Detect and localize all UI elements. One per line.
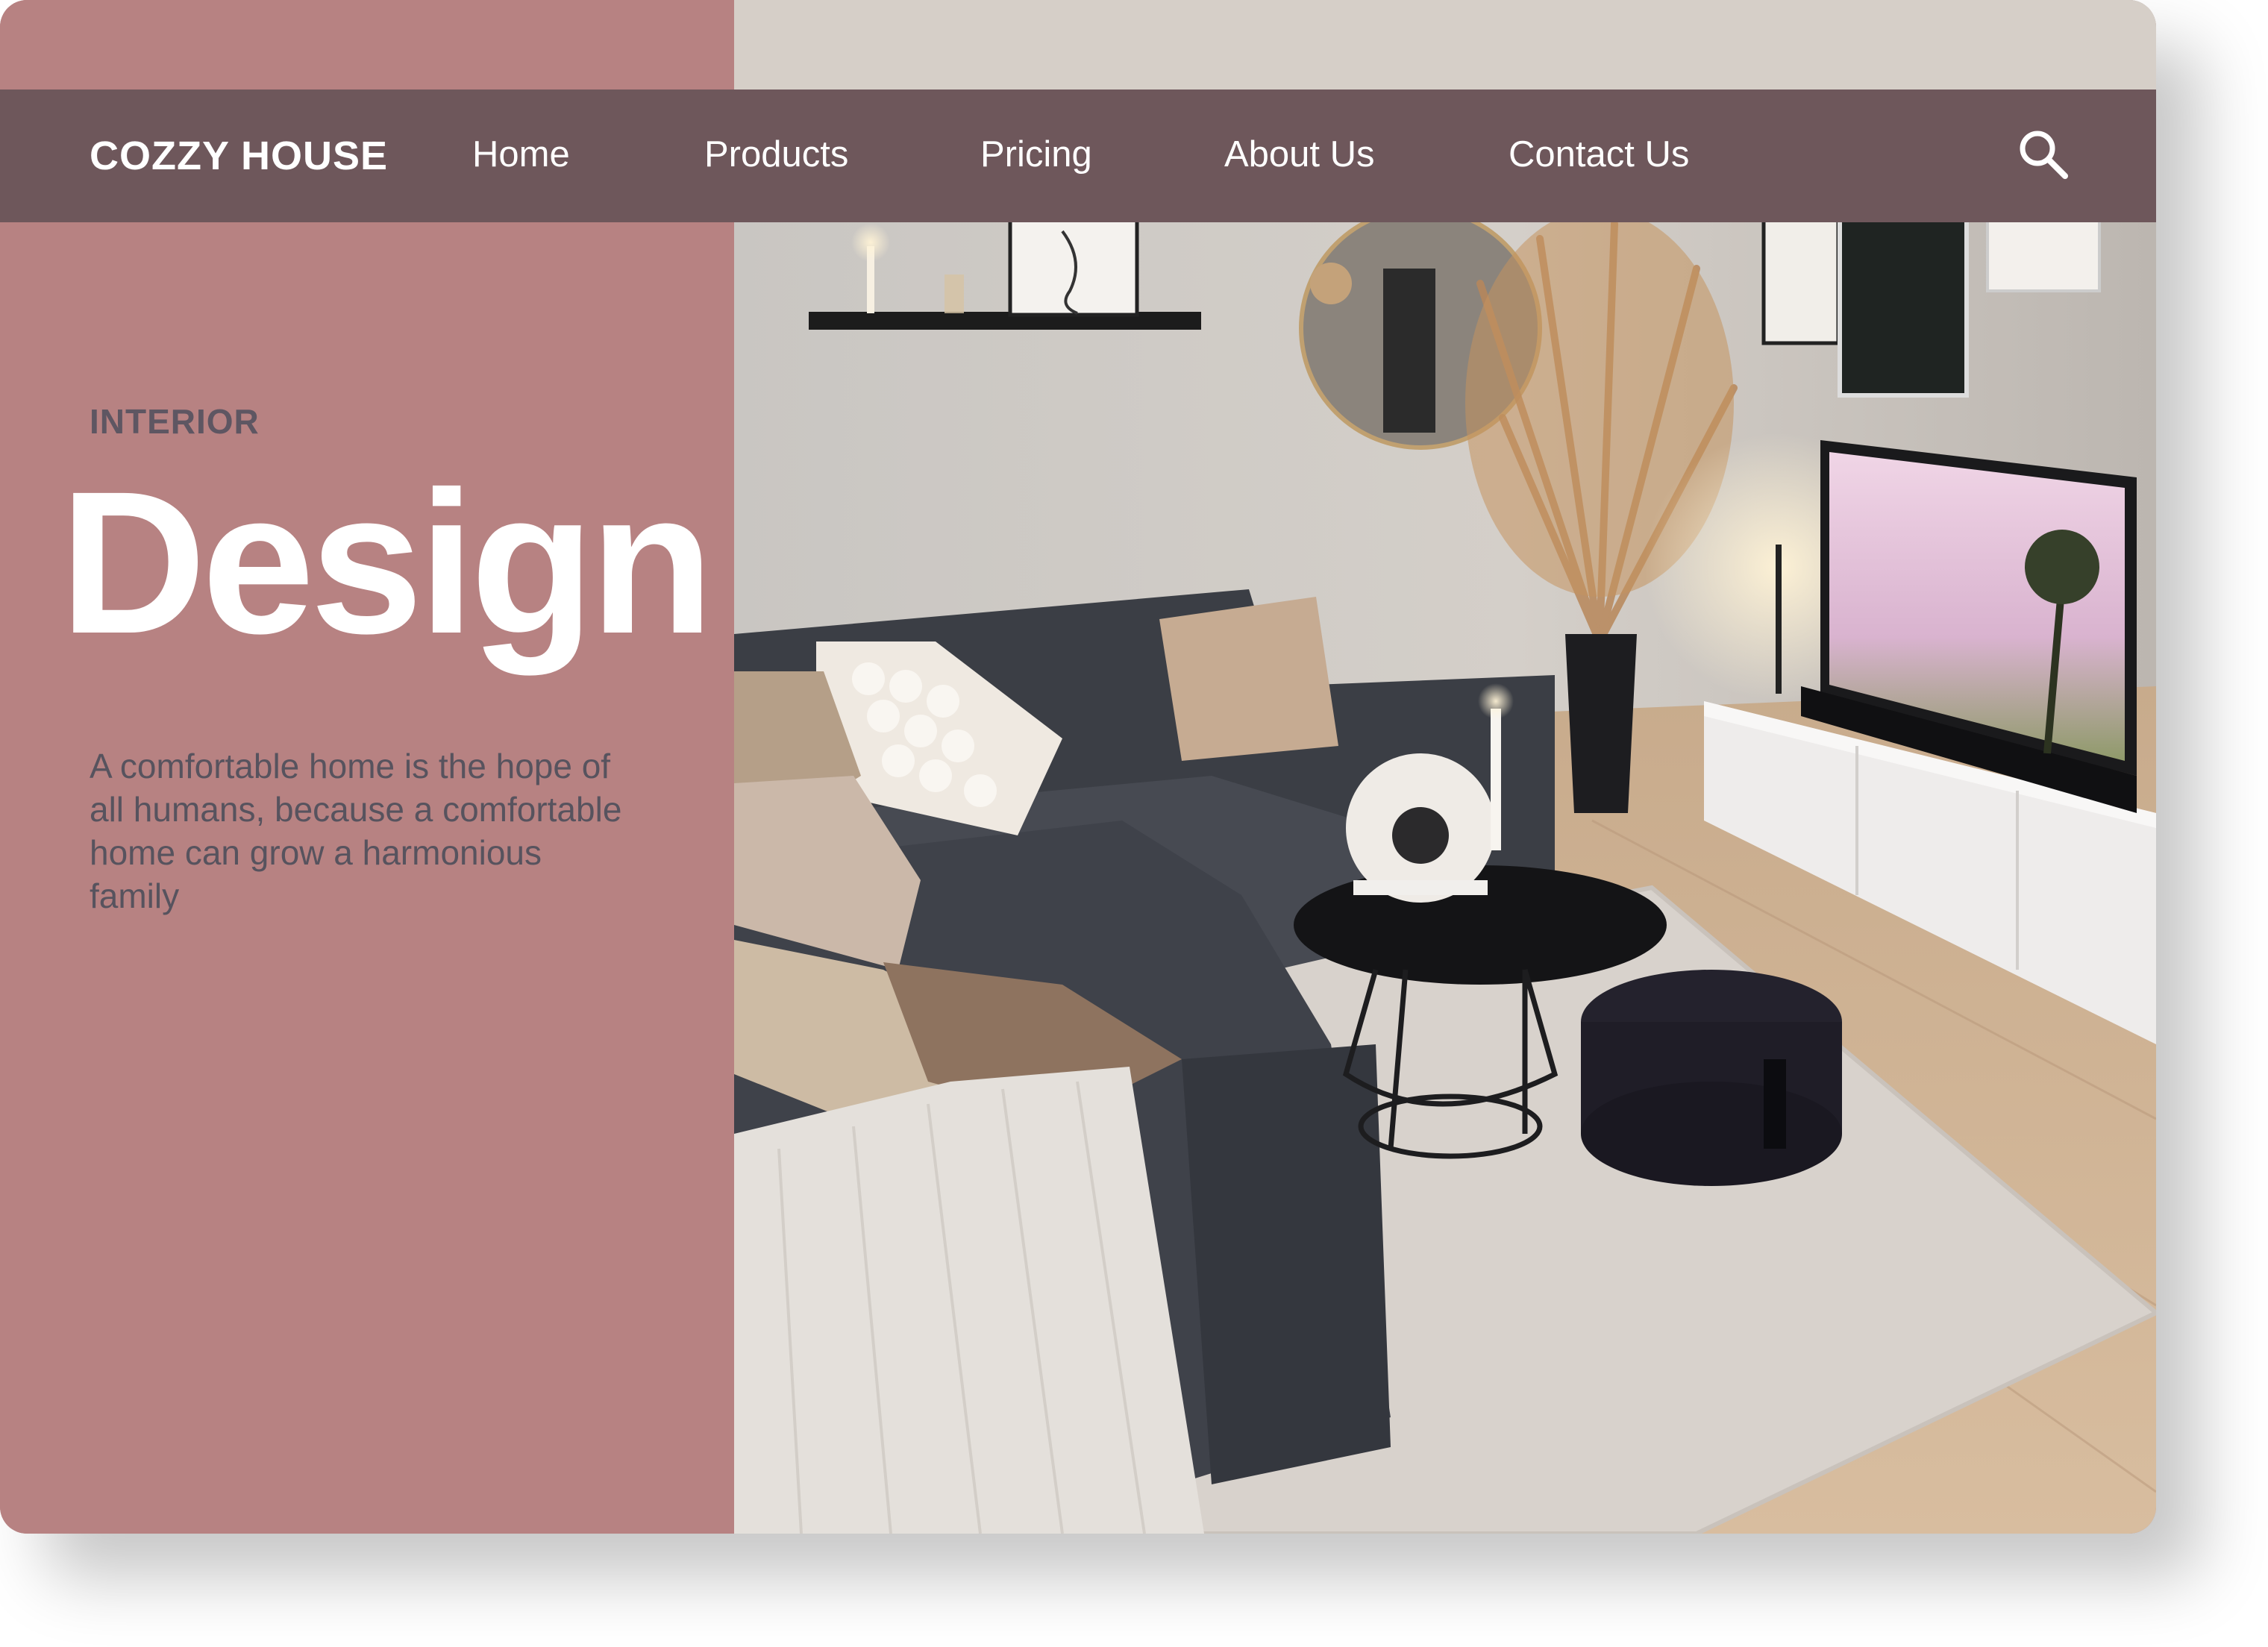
nav-link-contact-us[interactable]: Contact Us: [1509, 90, 1689, 222]
living-room-photo: [734, 0, 2156, 1534]
hero-title: Design: [60, 449, 714, 676]
hero-eyebrow: INTERIOR: [90, 402, 260, 441]
landing-card: COZZY HOUSE Home Products Pricing About …: [0, 0, 2156, 1534]
search-icon[interactable]: [2017, 128, 2070, 181]
nav-link-home[interactable]: Home: [472, 90, 570, 222]
brand-logo[interactable]: COZZY HOUSE: [90, 90, 388, 222]
nav-link-pricing[interactable]: Pricing: [980, 90, 1092, 222]
nav-link-products[interactable]: Products: [704, 90, 848, 222]
nav-link-about-us[interactable]: About Us: [1224, 90, 1375, 222]
top-navbar: COZZY HOUSE Home Products Pricing About …: [0, 90, 2156, 222]
hero-description: A comfortable home is the hope of all hu…: [90, 747, 622, 915]
